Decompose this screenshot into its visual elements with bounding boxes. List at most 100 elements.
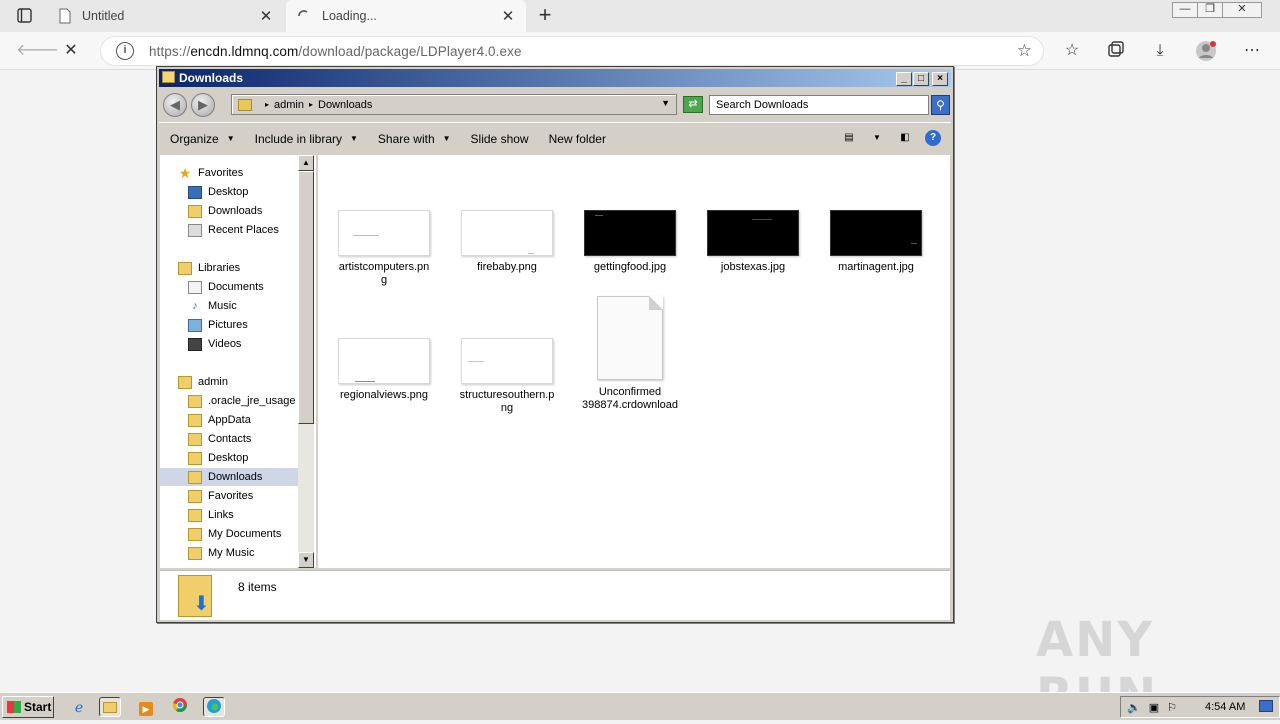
nav-item-contacts[interactable]: Contacts — [188, 430, 251, 448]
search-input[interactable]: Search Downloads — [709, 95, 929, 115]
nav-label: Desktop — [208, 452, 249, 464]
scroll-down-arrow-icon[interactable]: ▼ — [298, 552, 314, 568]
nav-item-recent-places[interactable]: Recent Places — [188, 221, 279, 239]
file-item[interactable]: jobstexas.jpg — [698, 210, 808, 274]
nav-item-music[interactable]: ♪ Music — [188, 297, 236, 315]
search-icon[interactable]: ⚲ — [931, 95, 950, 115]
breadcrumb-separator-icon[interactable]: ▸ — [265, 100, 269, 109]
folder-icon — [188, 394, 202, 408]
file-item[interactable]: firebaby.png — [452, 210, 562, 274]
nav-item-downloads-user[interactable]: Downloads — [160, 468, 301, 486]
nav-item-documents[interactable]: Documents — [188, 278, 264, 296]
file-item[interactable]: martinagent.jpg — [821, 210, 931, 274]
close-window-button[interactable]: ✕ — [1222, 2, 1262, 18]
collections-icon[interactable] — [1104, 40, 1128, 62]
image-thumbnail — [461, 338, 553, 384]
preview-pane-icon[interactable]: ◧ — [897, 130, 913, 146]
file-item[interactable]: gettingfood.jpg — [575, 210, 685, 274]
explorer-title-bar[interactable]: Downloads _ □ × — [159, 69, 951, 87]
refresh-button[interactable]: ⇄ — [683, 96, 703, 113]
nav-item-my-documents[interactable]: My Documents — [188, 525, 281, 543]
edge-icon[interactable] — [203, 697, 225, 717]
nav-item-desktop-user[interactable]: Desktop — [188, 449, 248, 467]
site-info-icon[interactable]: i — [116, 42, 134, 60]
new-folder-button[interactable]: New folder — [549, 132, 606, 146]
nav-item-appdata[interactable]: AppData — [188, 411, 251, 429]
favorites-icon[interactable]: ☆ — [1060, 40, 1084, 62]
nav-item-favorites-user[interactable]: Favorites — [188, 487, 253, 505]
change-view-icon[interactable]: ▤ — [841, 130, 857, 146]
nav-libraries-header[interactable]: Libraries — [178, 259, 240, 277]
chevron-down-icon[interactable]: ▼ — [661, 98, 670, 108]
back-button[interactable]: ◀ — [163, 93, 187, 117]
share-with-button[interactable]: Share with ▼ — [378, 132, 451, 146]
system-tray: 🔈 ▣ ⚐ 4:54 AM — [1120, 696, 1280, 718]
page-icon — [59, 8, 71, 24]
tab-actions-menu-icon[interactable] — [12, 7, 36, 25]
close-button[interactable]: × — [932, 72, 948, 86]
downloads-folder-icon — [188, 204, 202, 218]
forward-button[interactable]: ▶ — [191, 93, 215, 117]
show-desktop-icon[interactable] — [1259, 700, 1273, 712]
back-arrow-icon[interactable]: 🡐 — [16, 40, 59, 62]
file-explorer-icon[interactable] — [99, 697, 121, 717]
nav-item-videos[interactable]: Videos — [188, 335, 241, 353]
nav-item-desktop[interactable]: Desktop — [188, 183, 248, 201]
tab-untitled[interactable]: Untitled ✕ — [48, 0, 284, 32]
volume-icon[interactable]: 🔈 — [1127, 701, 1141, 714]
internet-explorer-icon[interactable]: ℯ — [68, 697, 90, 717]
file-item[interactable]: structuresouthern.png — [452, 338, 562, 415]
help-icon[interactable]: ? — [925, 130, 941, 146]
downloads-icon[interactable]: ⤓ — [1148, 40, 1172, 62]
navigation-pane: ★ Favorites Desktop Downloads Recent Plac… — [160, 155, 316, 568]
breadcrumb-item-admin[interactable]: admin — [274, 99, 304, 111]
slide-show-button[interactable]: Slide show — [471, 132, 529, 146]
tab-loading[interactable]: Loading... ✕ — [286, 0, 526, 32]
breadcrumb[interactable]: ▸ admin ▸ Downloads ▼ — [231, 94, 677, 115]
nav-pane-scrollbar[interactable]: ▲ ▼ — [298, 155, 314, 568]
nav-user-header[interactable]: admin — [178, 373, 228, 391]
folder-icon — [162, 71, 175, 83]
nav-item-oracle-jre-usage[interactable]: .oracle_jre_usage — [188, 392, 295, 410]
file-item[interactable]: Unconfirmed 398874.crdownload — [575, 296, 685, 412]
clock[interactable]: 4:54 AM — [1205, 701, 1245, 713]
loading-spinner-icon — [298, 10, 308, 17]
chevron-down-icon[interactable]: ▼ — [869, 130, 885, 146]
maximize-button[interactable]: □ — [913, 72, 929, 86]
minimize-button[interactable]: _ — [896, 72, 912, 86]
media-player-icon[interactable]: ▶ — [135, 697, 157, 717]
add-favorite-icon[interactable]: ☆ — [1017, 41, 1032, 61]
url-text[interactable]: https://encdn.ldmnq.com/download/package… — [149, 44, 522, 59]
minimize-button[interactable]: — — [1172, 2, 1198, 18]
nav-item-pictures[interactable]: Pictures — [188, 316, 248, 334]
new-tab-button[interactable]: + — [532, 2, 558, 30]
network-icon[interactable]: ▣ — [1149, 701, 1159, 714]
stop-loading-icon[interactable]: ✕ — [58, 40, 84, 62]
breadcrumb-separator-icon[interactable]: ▸ — [309, 100, 313, 109]
nav-item-my-music[interactable]: My Music — [188, 544, 254, 562]
details-pane: ⬇ 8 items — [160, 570, 950, 620]
more-menu-icon[interactable]: ⋯ — [1240, 40, 1264, 62]
address-bar[interactable]: i https://encdn.ldmnq.com/download/packa… — [100, 36, 1044, 66]
nav-item-downloads[interactable]: Downloads — [188, 202, 262, 220]
scroll-up-arrow-icon[interactable]: ▲ — [298, 155, 314, 171]
scrollbar-thumb[interactable] — [298, 171, 314, 424]
tab-close-button[interactable]: ✕ — [500, 7, 516, 25]
chevron-down-icon: ▼ — [350, 134, 358, 143]
tab-close-button[interactable]: ✕ — [258, 7, 274, 25]
nav-label: Favorites — [208, 490, 254, 502]
nav-favorites-header[interactable]: ★ Favorites — [178, 164, 244, 182]
nav-item-links[interactable]: Links — [188, 506, 234, 524]
file-item[interactable]: regionalviews.png — [329, 338, 439, 402]
organize-button[interactable]: Organize ▼ — [170, 132, 235, 146]
file-item[interactable]: artistcomputers.png — [329, 210, 439, 287]
user-folder-icon — [178, 375, 192, 389]
start-button[interactable]: Start — [2, 696, 54, 718]
profile-avatar[interactable] — [1194, 40, 1218, 62]
file-name: martinagent.jpg — [838, 261, 914, 273]
restore-button[interactable]: ❐ — [1197, 2, 1223, 18]
breadcrumb-item-downloads[interactable]: Downloads — [318, 99, 372, 111]
action-center-flag-icon[interactable]: ⚐ — [1167, 701, 1177, 714]
include-in-library-button[interactable]: Include in library ▼ — [255, 132, 358, 146]
chrome-icon[interactable] — [169, 697, 191, 717]
